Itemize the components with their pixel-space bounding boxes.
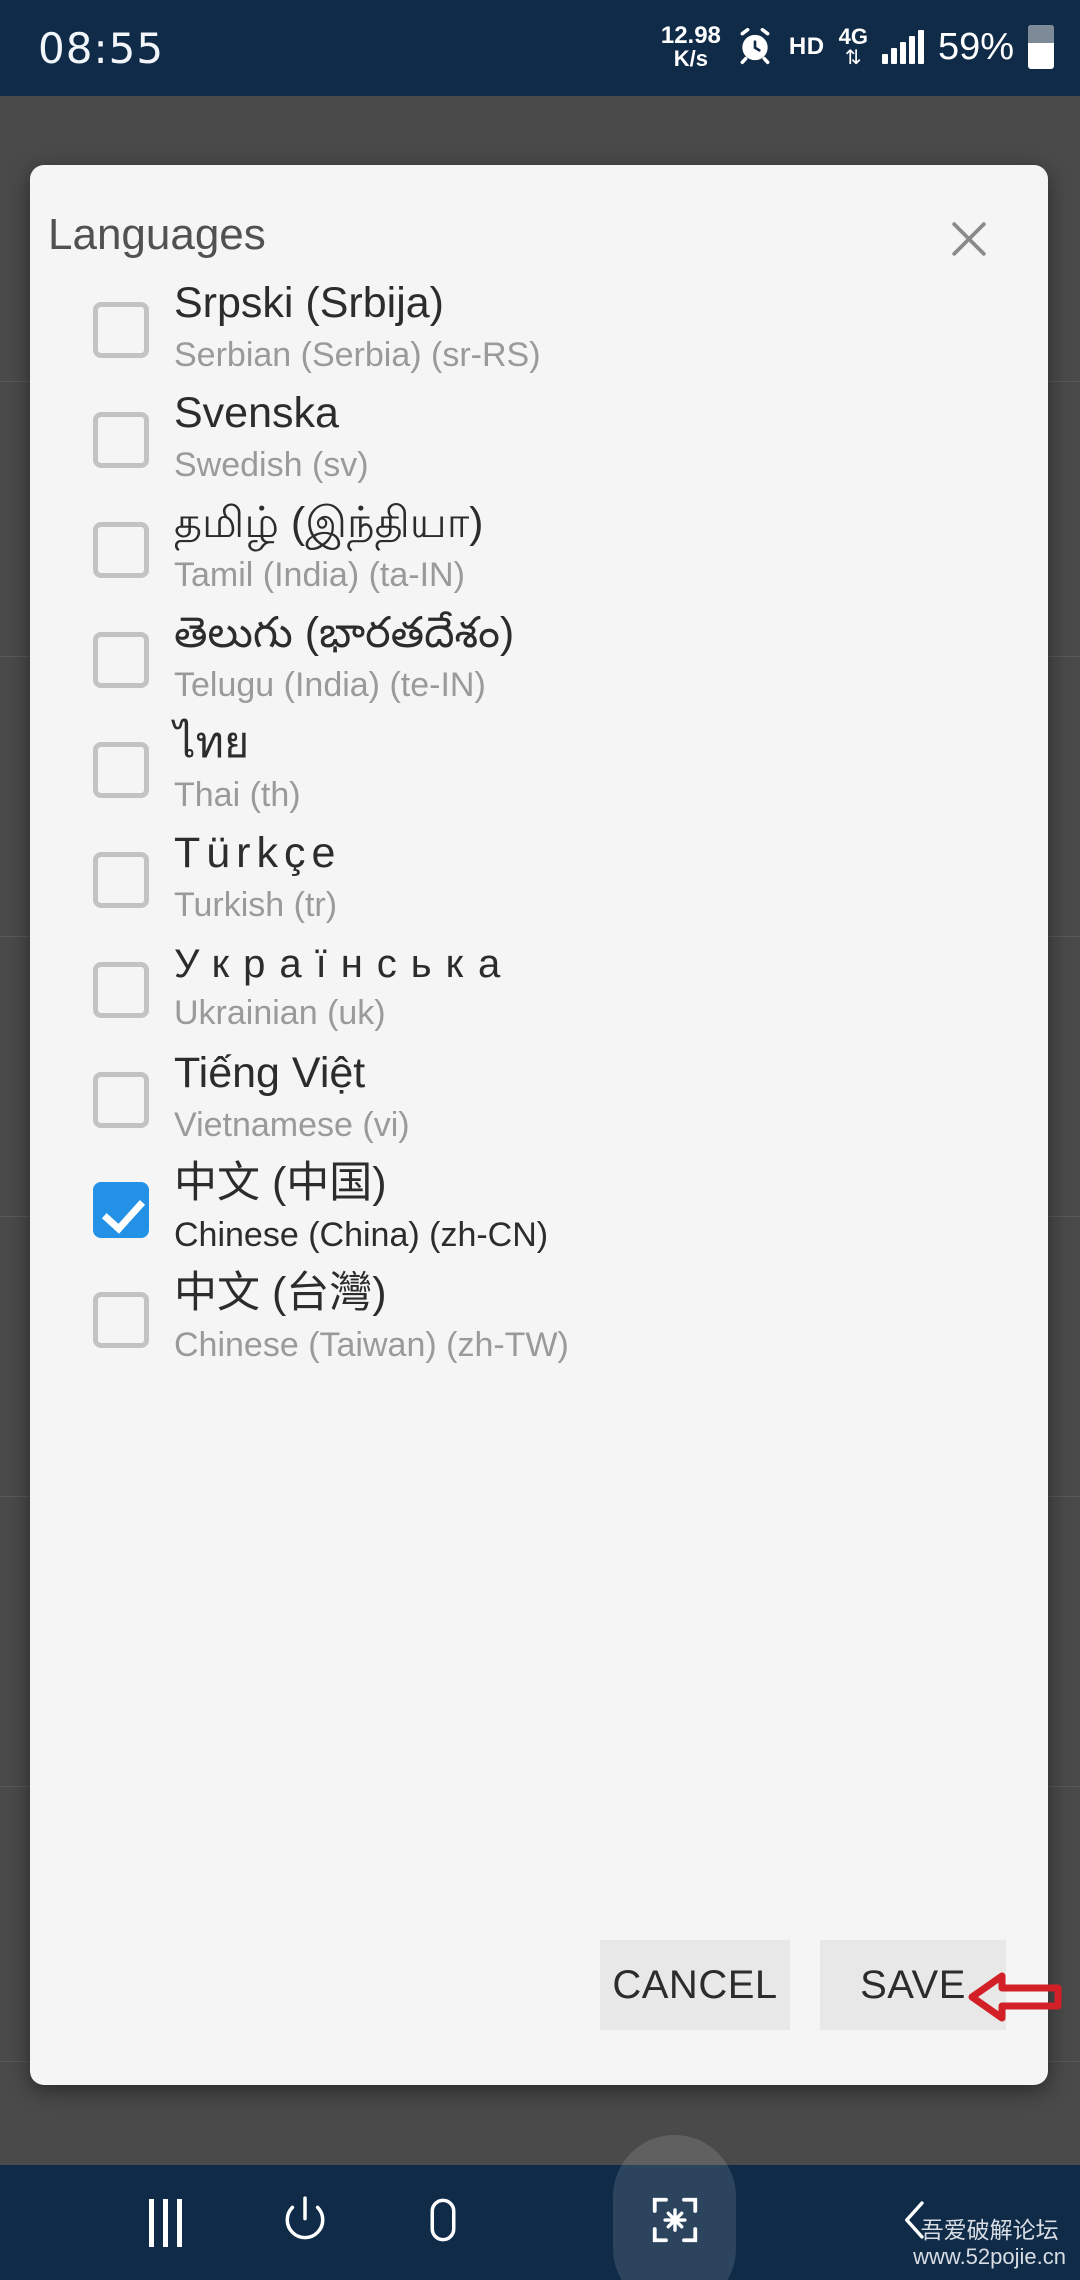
language-labels: తెలుగు (భారతదేశం) Telugu (India) (te-IN)	[174, 609, 515, 709]
recents-icon	[148, 2198, 182, 2247]
checkbox-unchecked[interactable]	[93, 1072, 149, 1128]
hd-call-icon: HD	[788, 33, 825, 60]
checkbox-unchecked[interactable]	[93, 962, 149, 1018]
language-list-item[interactable]: ไทย Thai (th)	[30, 715, 1048, 825]
language-list-item[interactable]: Українська Ukrainian (uk)	[30, 935, 1048, 1045]
language-english-name: Vietnamese (vi)	[174, 1105, 410, 1144]
data-transfer-arrows-icon: ⇅	[844, 47, 862, 69]
language-list[interactable]: Srpski (Srbija) Serbian (Serbia) (sr-RS) S…	[30, 275, 1048, 1935]
checkbox-checked[interactable]	[93, 1182, 149, 1238]
language-list-item[interactable]: 中文 (中国) Chinese (China) (zh-CN)	[30, 1155, 1048, 1265]
checkbox-unchecked[interactable]	[93, 742, 149, 798]
language-native-name: 中文 (中国)	[174, 1159, 387, 1208]
network-speed-indicator: 12.98 K/s	[661, 24, 721, 70]
language-labels: தமிழ் (இந்தியா) Tamil (India) (ta-IN)	[174, 499, 484, 599]
language-list-item[interactable]: Svenska Swedish (sv)	[30, 385, 1048, 495]
checkbox-unchecked[interactable]	[93, 412, 149, 468]
language-native-name: Türkçe	[174, 829, 342, 878]
language-native-name: Svenska	[174, 389, 339, 438]
language-english-name: Telugu (India) (te-IN)	[174, 665, 486, 704]
language-labels: ไทย Thai (th)	[174, 719, 301, 819]
language-english-name: Turkish (tr)	[174, 885, 338, 924]
language-list-item[interactable]: தமிழ் (இந்தியா) Tamil (India) (ta-IN)	[30, 495, 1048, 605]
language-english-name: Chinese (Taiwan) (zh-TW)	[174, 1325, 569, 1364]
language-native-name: தமிழ் (இந்தியா)	[174, 499, 484, 548]
power-button[interactable]	[245, 2165, 365, 2280]
network-type-label: 4G	[838, 24, 868, 49]
red-left-arrow-icon	[968, 1968, 1064, 2031]
home-icon	[415, 2192, 471, 2253]
language-english-name: Ukrainian (uk)	[174, 994, 386, 1033]
language-list-item[interactable]: తెలుగు (భారతదేశం) Telugu (India) (te-IN)	[30, 605, 1048, 715]
checkbox-unchecked[interactable]	[93, 1292, 149, 1348]
language-native-name: Tiếng Việt	[174, 1049, 366, 1098]
alarm-clock-icon	[735, 25, 775, 70]
language-labels: 中文 (中国) Chinese (China) (zh-CN)	[174, 1159, 549, 1259]
language-labels: Українська Ukrainian (uk)	[174, 941, 515, 1038]
language-english-name: Tamil (India) (ta-IN)	[174, 555, 465, 594]
cancel-button[interactable]: CANCEL	[600, 1940, 790, 2030]
battery-percent-label: 59%	[937, 25, 1014, 68]
signal-bars-icon	[881, 30, 924, 64]
status-bar-clock: 08:55	[38, 24, 165, 73]
home-button[interactable]	[383, 2165, 503, 2280]
close-icon	[945, 215, 993, 263]
screenshot-capture-icon	[648, 2193, 702, 2252]
language-native-name: Srpski (Srbija)	[174, 279, 444, 328]
screenshot-button[interactable]	[615, 2165, 735, 2280]
dialog-title: Languages	[48, 210, 266, 259]
language-native-name: Українська	[174, 941, 515, 986]
network-speed-value: 12.98	[660, 22, 721, 49]
language-english-name: Serbian (Serbia) (sr-RS)	[174, 335, 541, 374]
language-labels: Türkçe Turkish (tr)	[174, 829, 342, 929]
power-icon	[277, 2192, 333, 2253]
status-bar: 08:55 12.98 K/s HD 4G ⇅ 59%	[0, 0, 1080, 96]
checkbox-unchecked[interactable]	[93, 302, 149, 358]
battery-icon	[1028, 25, 1054, 69]
checkbox-unchecked[interactable]	[93, 522, 149, 578]
language-labels: Srpski (Srbija) Serbian (Serbia) (sr-RS)	[174, 279, 541, 379]
language-list-item[interactable]: 中文 (台灣) Chinese (Taiwan) (zh-TW)	[30, 1265, 1048, 1375]
language-labels: 中文 (台灣) Chinese (Taiwan) (zh-TW)	[174, 1269, 569, 1369]
language-list-item[interactable]: Srpski (Srbija) Serbian (Serbia) (sr-RS)	[30, 275, 1048, 385]
checkbox-unchecked[interactable]	[93, 852, 149, 908]
language-english-name: Swedish (sv)	[174, 445, 369, 484]
language-english-name: Thai (th)	[174, 775, 301, 814]
recents-button[interactable]	[105, 2165, 225, 2280]
watermark-line-1: 吾爱破解论坛	[920, 2216, 1059, 2243]
language-native-name: ไทย	[174, 719, 250, 768]
status-bar-icons: 12.98 K/s HD 4G ⇅ 59%	[661, 14, 1054, 80]
language-native-name: 中文 (台灣)	[174, 1269, 387, 1318]
close-button[interactable]	[936, 206, 1002, 272]
language-english-name: Chinese (China) (zh-CN)	[174, 1215, 549, 1254]
checkbox-unchecked[interactable]	[93, 632, 149, 688]
screen: 08:55 12.98 K/s HD 4G ⇅ 59% Languages Sr…	[0, 0, 1080, 2280]
dialog-footer: CANCEL SAVE	[30, 1935, 1048, 2085]
language-labels: Tiếng Việt Vietnamese (vi)	[174, 1049, 410, 1149]
watermark-line-2: www.52pojie.cn	[913, 2244, 1066, 2270]
language-list-item[interactable]: Tiếng Việt Vietnamese (vi)	[30, 1045, 1048, 1155]
forum-watermark: 吾爱破解论坛 www.52pojie.cn	[913, 2217, 1066, 2270]
language-list-item[interactable]: Türkçe Turkish (tr)	[30, 825, 1048, 935]
network-type-indicator: 4G ⇅	[838, 24, 868, 69]
network-speed-unit: K/s	[673, 46, 708, 71]
language-native-name: తెలుగు (భారతదేశం)	[174, 609, 515, 658]
language-labels: Svenska Swedish (sv)	[174, 389, 369, 489]
